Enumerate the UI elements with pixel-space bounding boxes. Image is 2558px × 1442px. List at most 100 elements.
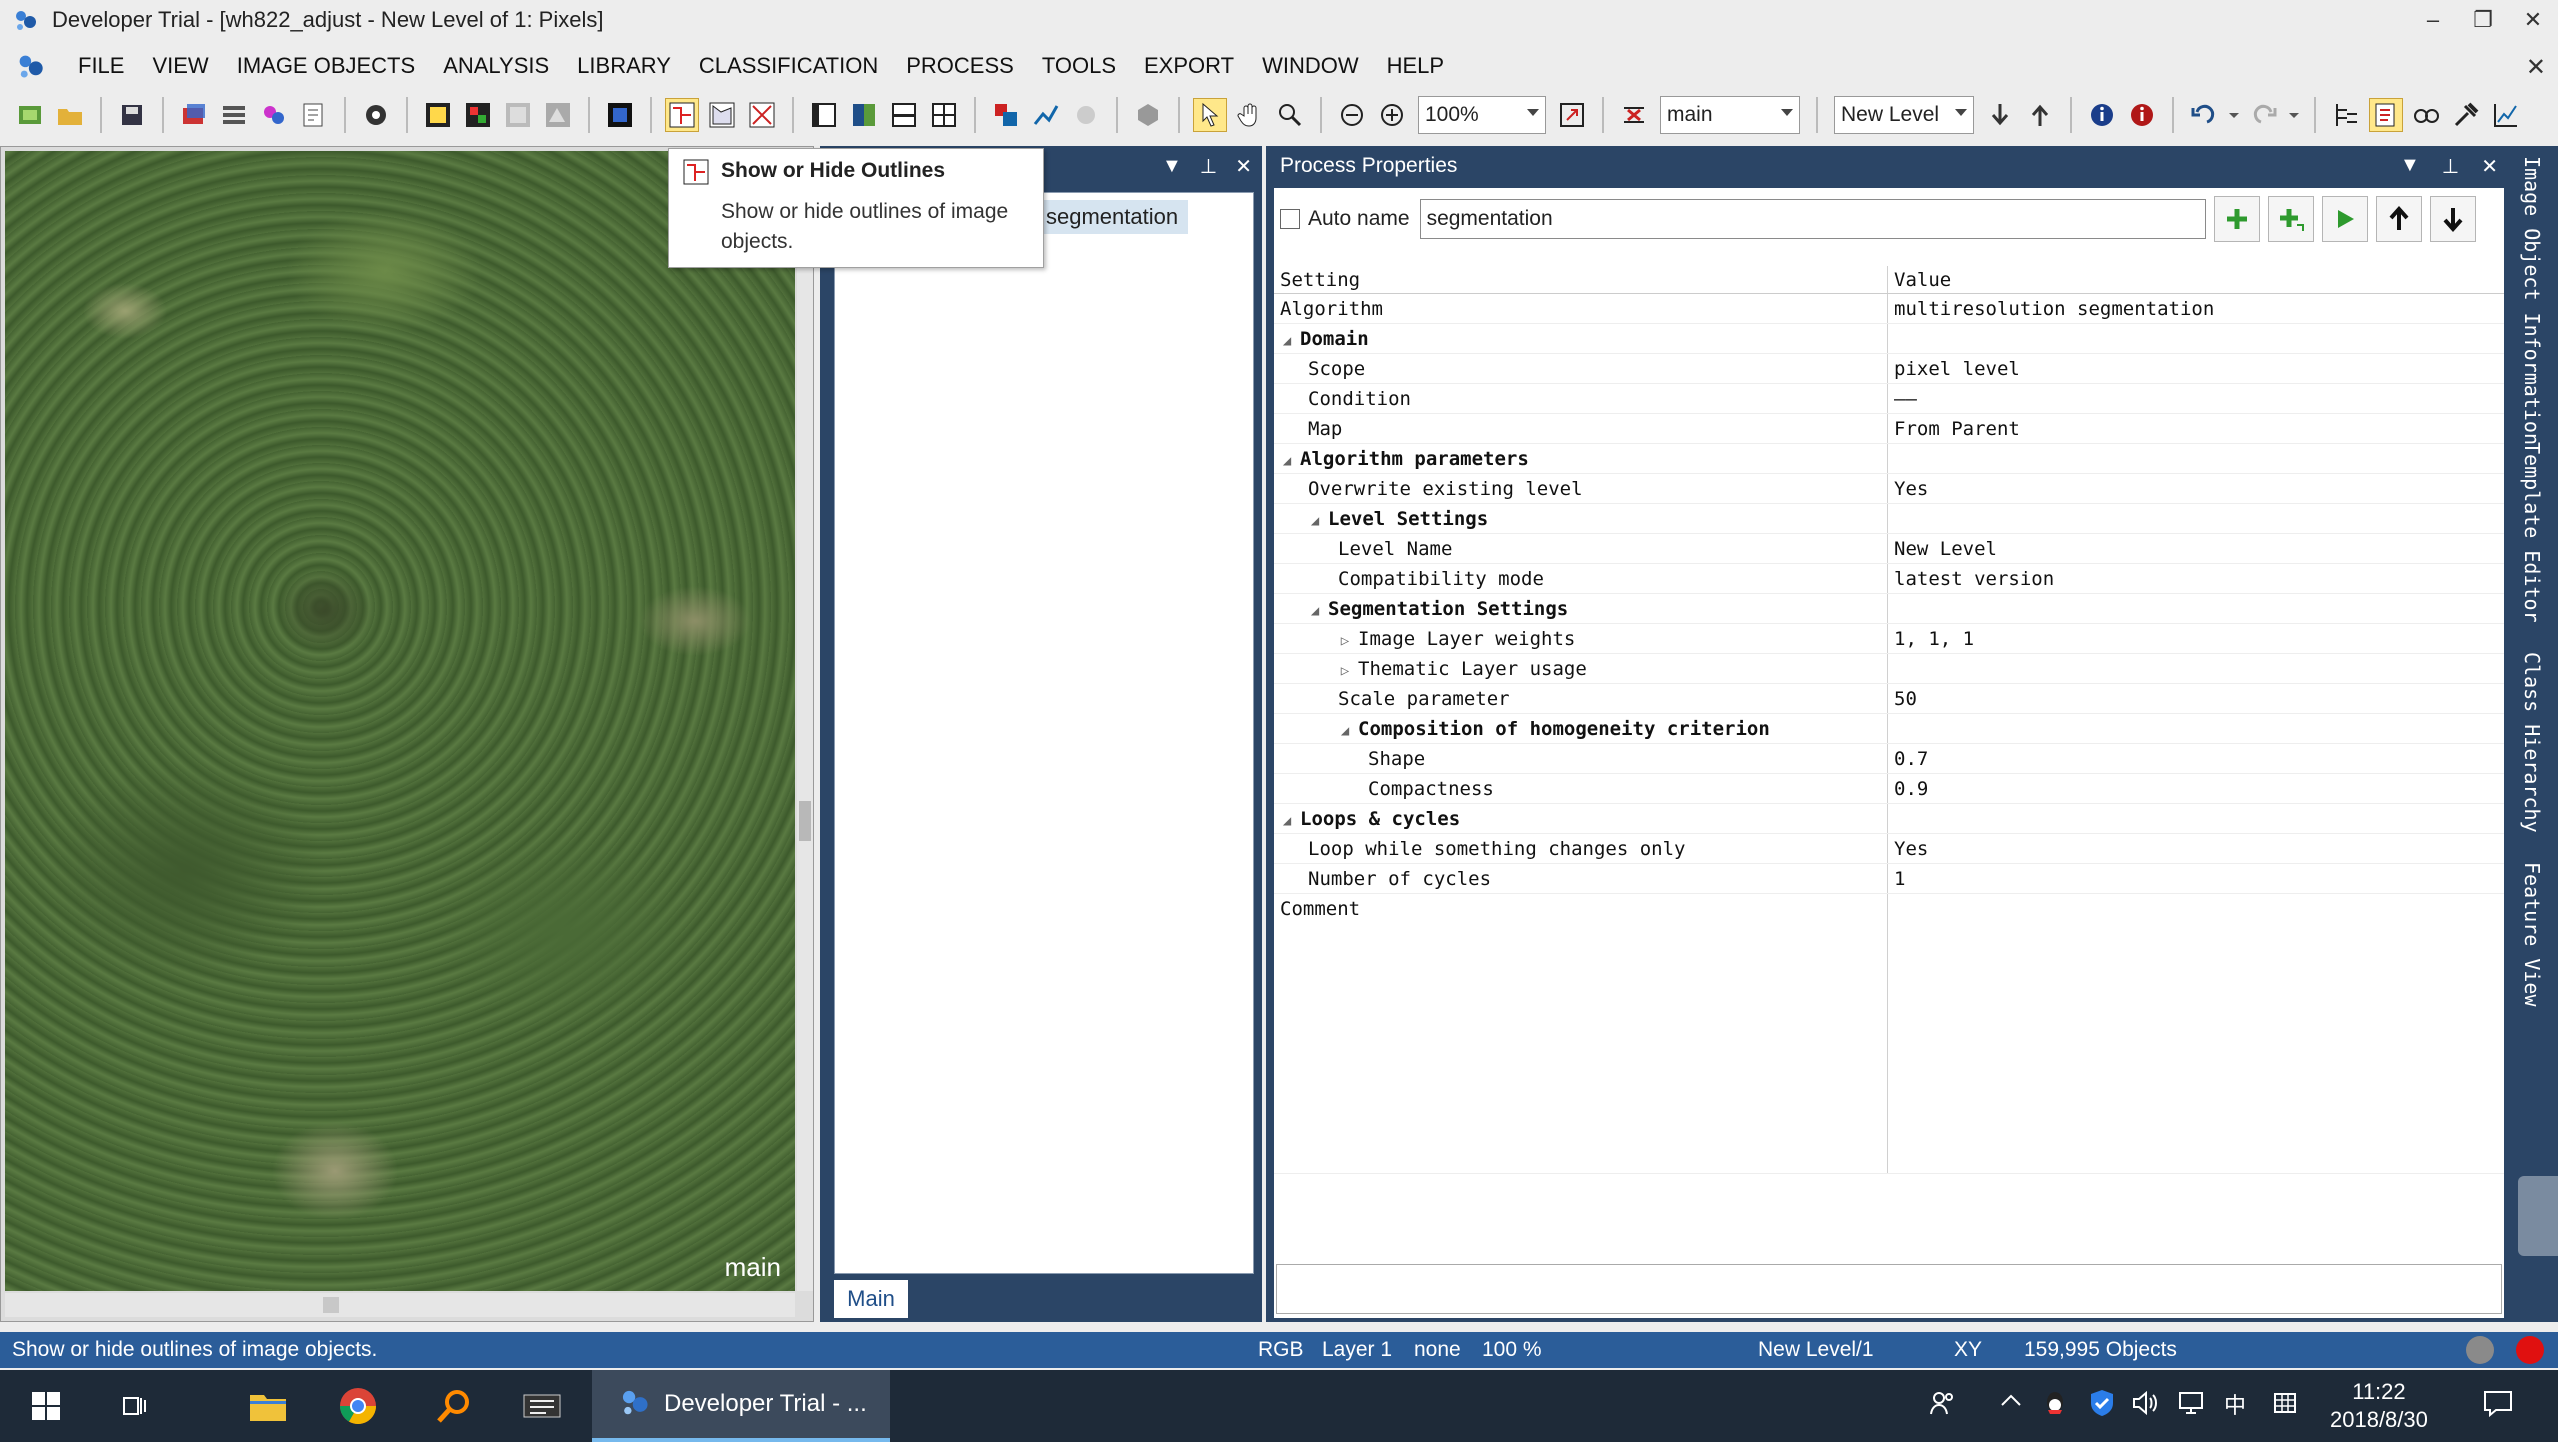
menu-tools[interactable]: TOOLS [1028, 45, 1130, 87]
value-cell[interactable]: 0.9 [1888, 774, 2504, 803]
pan-hand-icon[interactable] [1233, 98, 1267, 132]
table-row[interactable]: Overwrite existing level Yes [1274, 474, 2504, 504]
value-cell[interactable]: Yes [1888, 834, 2504, 863]
table-row[interactable]: Algorithm multiresolution segmentation [1274, 294, 2504, 324]
scrollbar-thumb[interactable] [323, 1297, 339, 1313]
value-cell[interactable]: Yes [1888, 474, 2504, 503]
expand-triangle-icon[interactable]: ▷ [1338, 626, 1352, 653]
select-cursor-icon[interactable] [1193, 98, 1227, 132]
split-horizontal-icon[interactable] [887, 98, 921, 132]
process-tree-item[interactable]: segmentation [1036, 200, 1189, 234]
area-zoom-icon[interactable] [1273, 98, 1307, 132]
move-up-button[interactable] [2375, 196, 2422, 242]
people-icon[interactable] [1928, 1388, 1958, 1424]
view-samples-icon[interactable] [501, 98, 535, 132]
view-layer-icon[interactable] [421, 98, 455, 132]
value-cell[interactable]: pixel level [1888, 354, 2504, 383]
auto-name-checkbox[interactable] [1280, 209, 1300, 229]
collapse-triangle-icon[interactable]: ◢ [1308, 506, 1322, 533]
image-vertical-scrollbar[interactable] [797, 151, 813, 1291]
menu-app-icon[interactable] [12, 48, 48, 84]
minimize-button[interactable]: – [2408, 0, 2458, 40]
table-row[interactable]: Level Name New Level [1274, 534, 2504, 564]
chrome-icon[interactable] [334, 1384, 382, 1428]
zoom-out-icon[interactable] [1335, 98, 1369, 132]
notification-center-icon[interactable] [2482, 1388, 2514, 1424]
pin-icon[interactable]: ⊥ [2442, 154, 2459, 179]
qq-icon[interactable] [2040, 1388, 2070, 1424]
menu-window[interactable]: WINDOW [1248, 45, 1373, 87]
collapse-triangle-icon[interactable]: ◢ [1280, 806, 1294, 833]
thematic-layer-icon[interactable] [257, 98, 291, 132]
value-cell[interactable] [1888, 894, 2504, 1173]
value-cell[interactable]: —— [1888, 384, 2504, 413]
analysis-icon[interactable] [1029, 98, 1063, 132]
single-view-icon[interactable] [807, 98, 841, 132]
info-icon[interactable] [2085, 98, 2119, 132]
close-document-button[interactable]: ✕ [2526, 53, 2546, 82]
info-red-icon[interactable] [2125, 98, 2159, 132]
split-view-icon[interactable] [847, 98, 881, 132]
comment-textarea[interactable] [1276, 1264, 2502, 1314]
menu-classification[interactable]: CLASSIFICATION [685, 45, 892, 87]
menu-image-objects[interactable]: IMAGE OBJECTS [223, 45, 429, 87]
new-project-icon[interactable] [13, 98, 47, 132]
open-project-icon[interactable] [53, 98, 87, 132]
table-row[interactable]: ◢ Domain [1274, 324, 2504, 354]
image-horizontal-scrollbar[interactable] [5, 1293, 795, 1317]
close-panel-icon[interactable]: ✕ [1235, 154, 1252, 179]
feature-view-icon[interactable] [541, 98, 575, 132]
level-down-icon[interactable] [1983, 98, 2017, 132]
level-up-icon[interactable] [2023, 98, 2057, 132]
zoom-to-window-icon[interactable] [1555, 98, 1589, 132]
collapse-triangle-icon[interactable]: ◢ [1338, 716, 1352, 743]
table-row[interactable]: ◢ Algorithm parameters [1274, 444, 2504, 474]
cube-icon[interactable] [1131, 98, 1165, 132]
zoom-combo[interactable]: 100% [1418, 96, 1546, 134]
table-row[interactable]: Condition —— [1274, 384, 2504, 414]
close-panel-icon[interactable]: ✕ [2481, 154, 2498, 179]
table-row[interactable]: ▷ Thematic Layer usage [1274, 654, 2504, 684]
menu-view[interactable]: VIEW [138, 45, 222, 87]
sample-icon[interactable] [1069, 98, 1103, 132]
value-cell[interactable]: 0.7 [1888, 744, 2504, 773]
tab-class-hierarchy[interactable]: Class Hierarchy [2520, 652, 2544, 833]
tab-main[interactable]: Main [834, 1280, 908, 1318]
value-cell[interactable]: multiresolution segmentation [1888, 294, 2504, 323]
menu-help[interactable]: HELP [1373, 45, 1458, 87]
value-cell[interactable]: From Parent [1888, 414, 2504, 443]
zoom-in-icon[interactable] [1375, 98, 1409, 132]
undo-icon[interactable] [2187, 98, 2221, 132]
collapse-triangle-icon[interactable]: ◢ [1280, 326, 1294, 353]
view-settings-icon[interactable] [359, 98, 393, 132]
ime-language-indicator[interactable]: 中 [2224, 1388, 2246, 1420]
layer-properties-icon[interactable] [217, 98, 251, 132]
split-four-icon[interactable] [927, 98, 961, 132]
process-properties-icon[interactable] [2369, 98, 2403, 132]
move-down-button[interactable] [2429, 196, 2476, 242]
pin-icon[interactable]: ⊥ [1200, 154, 1217, 179]
taskbar-active-app[interactable]: Developer Trial - ... [592, 1370, 890, 1442]
panel-dropdown-icon[interactable]: ▼ [1162, 155, 1182, 178]
table-row[interactable]: ◢ Segmentation Settings [1274, 594, 2504, 624]
redo-dropdown-icon[interactable] [2287, 98, 2301, 132]
process-name-input[interactable]: segmentation [1419, 199, 2206, 239]
image-canvas[interactable]: main [5, 151, 795, 1291]
file-explorer-icon[interactable] [244, 1384, 292, 1428]
taskbar-clock[interactable]: 11:22 2018/8/30 [2330, 1378, 2428, 1434]
objects-icon[interactable] [989, 98, 1023, 132]
chevron-up-icon[interactable] [1998, 1388, 2024, 1420]
network-icon[interactable] [2176, 1388, 2206, 1424]
edit-layer-icon[interactable] [297, 98, 331, 132]
tools-icon[interactable] [2449, 98, 2483, 132]
image-layer-icon[interactable] [177, 98, 211, 132]
view-classification-icon[interactable] [461, 98, 495, 132]
task-view-icon[interactable] [112, 1384, 156, 1428]
table-row[interactable]: Loop while something changes only Yes [1274, 834, 2504, 864]
shield-icon[interactable] [2088, 1388, 2116, 1424]
close-window-button[interactable]: ✕ [2508, 0, 2558, 40]
table-row[interactable]: Shape 0.7 [1274, 744, 2504, 774]
map-combo[interactable]: main [1660, 96, 1800, 134]
search-icon[interactable] [430, 1384, 478, 1428]
table-row[interactable]: Compactness 0.9 [1274, 774, 2504, 804]
